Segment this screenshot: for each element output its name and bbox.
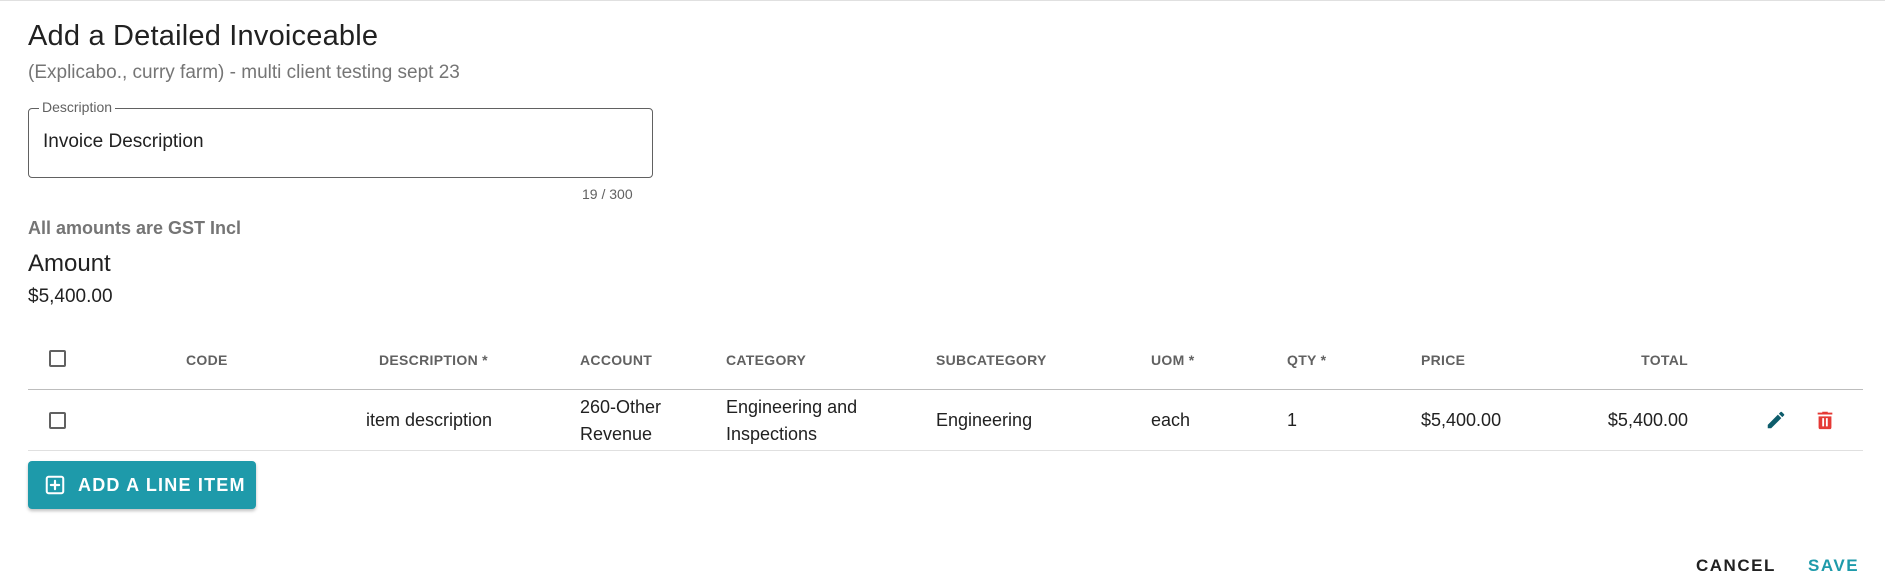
dialog-title: Add a Detailed Invoiceable [28,20,379,52]
amount-value: $5,400.00 [28,286,113,307]
header-uom[interactable]: UOM * [1151,352,1195,368]
header-description[interactable]: DESCRIPTION * [379,352,488,368]
cell-uom: each [1151,410,1191,430]
cell-price: $5,400.00 [1421,410,1502,430]
save-button[interactable]: SAVE [1808,556,1859,576]
gst-note: All amounts are GST Incl [28,218,242,238]
edit-button[interactable] [1761,405,1791,435]
plus-box-icon [45,475,65,495]
cell-category: Engineering and Inspections [726,394,857,448]
delete-button[interactable] [1810,405,1840,435]
dialog-subtitle: (Explicabo., curry farm) - multi client … [28,62,460,83]
header-category[interactable]: CATEGORY [726,352,806,368]
description-label: Description [39,99,116,115]
cancel-button[interactable]: CANCEL [1696,556,1776,576]
header-qty[interactable]: QTY * [1287,352,1326,368]
header-subcategory[interactable]: SUBCATEGORY [936,352,1047,368]
add-line-item-label: ADD A LINE ITEM [78,474,246,495]
cell-subcategory: Engineering [936,410,1033,430]
add-line-item-button[interactable]: ADD A LINE ITEM [28,461,256,509]
header-account[interactable]: ACCOUNT [580,352,652,368]
cell-category-line1: Engineering and [726,397,858,417]
select-all-checkbox[interactable] [49,350,66,367]
description-field[interactable]: Description Invoice Description [28,99,653,178]
header-code[interactable]: CODE [186,352,228,368]
trash-icon [1817,411,1833,430]
table-header: CODE DESCRIPTION * ACCOUNT CATEGORY SUBC… [28,330,1863,390]
cell-account-line1: 260-Other [580,397,662,417]
cell-total: $5,400.00 [1607,410,1688,430]
cell-category-line2: Inspections [726,424,818,444]
cell-account: 260-Other Revenue [580,394,661,448]
cell-qty: 1 [1287,410,1298,430]
character-counter: 19 / 300 [582,186,633,202]
row-checkbox[interactable] [49,412,66,429]
amount-heading: Amount [28,250,111,277]
top-divider [0,0,1885,1]
cell-description: item description [366,410,493,430]
table-row[interactable]: item description 260-Other Revenue Engin… [28,390,1863,451]
cell-account-line2: Revenue [580,424,653,444]
header-total[interactable]: TOTAL [1641,352,1688,368]
header-price[interactable]: PRICE [1421,352,1465,368]
pencil-icon [1767,411,1785,429]
description-input[interactable]: Invoice Description [43,131,204,153]
